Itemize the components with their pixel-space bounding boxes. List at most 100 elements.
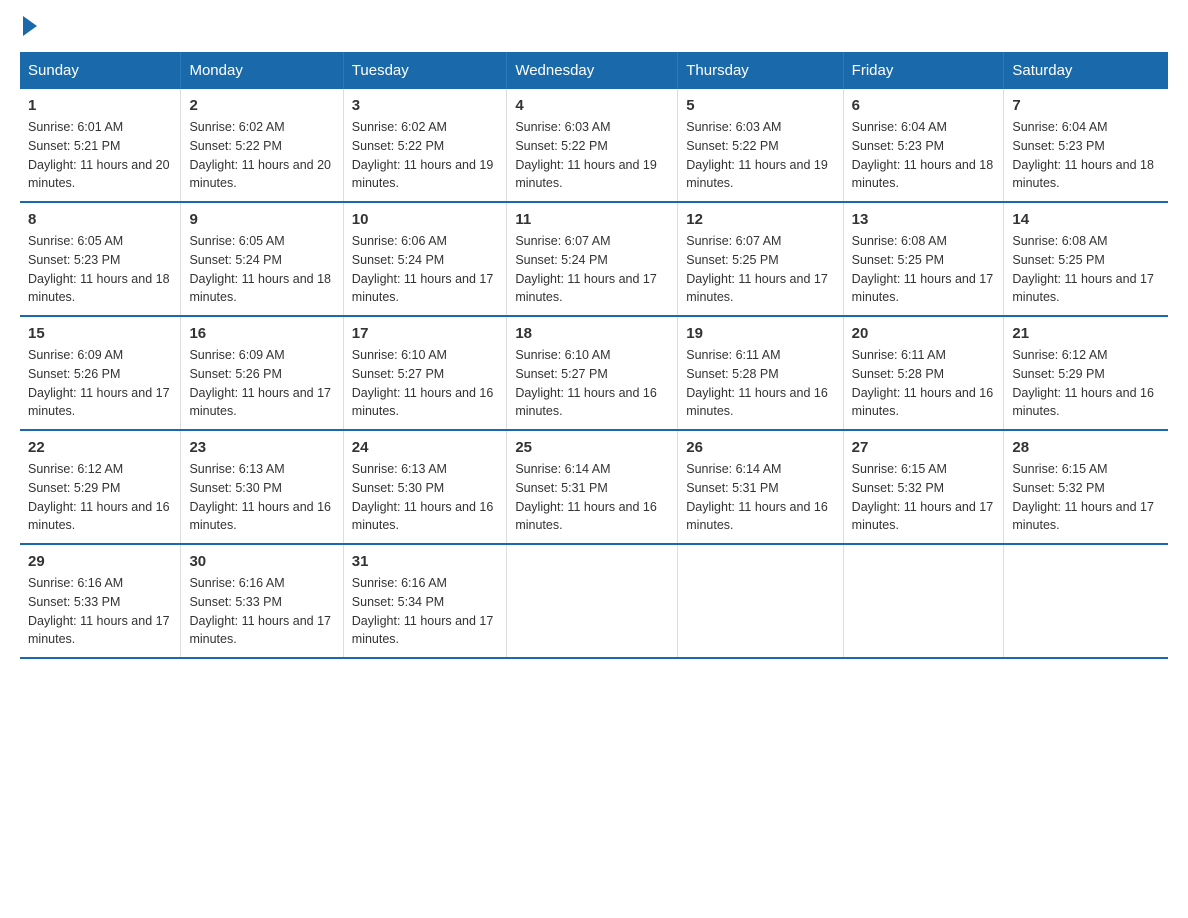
- calendar-cell: 16 Sunrise: 6:09 AMSunset: 5:26 PMDaylig…: [181, 316, 343, 430]
- day-number: 19: [686, 325, 834, 342]
- day-info: Sunrise: 6:11 AMSunset: 5:28 PMDaylight:…: [686, 348, 828, 418]
- calendar-cell: 6 Sunrise: 6:04 AMSunset: 5:23 PMDayligh…: [843, 89, 1004, 202]
- day-info: Sunrise: 6:07 AMSunset: 5:24 PMDaylight:…: [515, 234, 657, 304]
- day-info: Sunrise: 6:07 AMSunset: 5:25 PMDaylight:…: [686, 234, 828, 304]
- day-info: Sunrise: 6:09 AMSunset: 5:26 PMDaylight:…: [189, 348, 331, 418]
- day-number: 29: [28, 553, 172, 570]
- calendar-cell: 17 Sunrise: 6:10 AMSunset: 5:27 PMDaylig…: [343, 316, 507, 430]
- calendar-header-saturday: Saturday: [1004, 52, 1168, 89]
- day-number: 18: [515, 325, 669, 342]
- logo: [20, 20, 37, 32]
- page-header: [20, 20, 1168, 32]
- day-number: 2: [189, 97, 334, 114]
- day-number: 31: [352, 553, 499, 570]
- day-number: 7: [1012, 97, 1160, 114]
- calendar-cell: [1004, 544, 1168, 658]
- calendar-cell: 9 Sunrise: 6:05 AMSunset: 5:24 PMDayligh…: [181, 202, 343, 316]
- day-number: 3: [352, 97, 499, 114]
- calendar-header-wednesday: Wednesday: [507, 52, 678, 89]
- calendar-week-row: 15 Sunrise: 6:09 AMSunset: 5:26 PMDaylig…: [20, 316, 1168, 430]
- calendar-cell: 7 Sunrise: 6:04 AMSunset: 5:23 PMDayligh…: [1004, 89, 1168, 202]
- day-number: 20: [852, 325, 996, 342]
- day-info: Sunrise: 6:14 AMSunset: 5:31 PMDaylight:…: [686, 462, 828, 532]
- calendar-cell: 20 Sunrise: 6:11 AMSunset: 5:28 PMDaylig…: [843, 316, 1004, 430]
- calendar-cell: 18 Sunrise: 6:10 AMSunset: 5:27 PMDaylig…: [507, 316, 678, 430]
- day-info: Sunrise: 6:13 AMSunset: 5:30 PMDaylight:…: [189, 462, 331, 532]
- day-number: 5: [686, 97, 834, 114]
- calendar-header-friday: Friday: [843, 52, 1004, 89]
- day-info: Sunrise: 6:09 AMSunset: 5:26 PMDaylight:…: [28, 348, 170, 418]
- day-info: Sunrise: 6:10 AMSunset: 5:27 PMDaylight:…: [352, 348, 494, 418]
- day-info: Sunrise: 6:12 AMSunset: 5:29 PMDaylight:…: [1012, 348, 1154, 418]
- day-info: Sunrise: 6:13 AMSunset: 5:30 PMDaylight:…: [352, 462, 494, 532]
- day-info: Sunrise: 6:16 AMSunset: 5:34 PMDaylight:…: [352, 576, 494, 646]
- calendar-cell: 28 Sunrise: 6:15 AMSunset: 5:32 PMDaylig…: [1004, 430, 1168, 544]
- day-info: Sunrise: 6:16 AMSunset: 5:33 PMDaylight:…: [28, 576, 170, 646]
- day-number: 17: [352, 325, 499, 342]
- day-info: Sunrise: 6:08 AMSunset: 5:25 PMDaylight:…: [852, 234, 994, 304]
- day-info: Sunrise: 6:05 AMSunset: 5:23 PMDaylight:…: [28, 234, 170, 304]
- day-info: Sunrise: 6:15 AMSunset: 5:32 PMDaylight:…: [1012, 462, 1154, 532]
- day-info: Sunrise: 6:03 AMSunset: 5:22 PMDaylight:…: [515, 120, 657, 190]
- calendar-cell: 21 Sunrise: 6:12 AMSunset: 5:29 PMDaylig…: [1004, 316, 1168, 430]
- day-info: Sunrise: 6:11 AMSunset: 5:28 PMDaylight:…: [852, 348, 994, 418]
- calendar-header-row: SundayMondayTuesdayWednesdayThursdayFrid…: [20, 52, 1168, 89]
- day-number: 6: [852, 97, 996, 114]
- day-number: 21: [1012, 325, 1160, 342]
- calendar-week-row: 29 Sunrise: 6:16 AMSunset: 5:33 PMDaylig…: [20, 544, 1168, 658]
- calendar-cell: [843, 544, 1004, 658]
- day-info: Sunrise: 6:01 AMSunset: 5:21 PMDaylight:…: [28, 120, 170, 190]
- calendar-table: SundayMondayTuesdayWednesdayThursdayFrid…: [20, 52, 1168, 659]
- day-number: 24: [352, 439, 499, 456]
- day-info: Sunrise: 6:04 AMSunset: 5:23 PMDaylight:…: [1012, 120, 1154, 190]
- day-number: 11: [515, 211, 669, 228]
- calendar-cell: 30 Sunrise: 6:16 AMSunset: 5:33 PMDaylig…: [181, 544, 343, 658]
- day-info: Sunrise: 6:05 AMSunset: 5:24 PMDaylight:…: [189, 234, 331, 304]
- day-number: 30: [189, 553, 334, 570]
- calendar-cell: 2 Sunrise: 6:02 AMSunset: 5:22 PMDayligh…: [181, 89, 343, 202]
- day-info: Sunrise: 6:03 AMSunset: 5:22 PMDaylight:…: [686, 120, 828, 190]
- day-number: 22: [28, 439, 172, 456]
- calendar-cell: 23 Sunrise: 6:13 AMSunset: 5:30 PMDaylig…: [181, 430, 343, 544]
- day-info: Sunrise: 6:15 AMSunset: 5:32 PMDaylight:…: [852, 462, 994, 532]
- calendar-cell: 14 Sunrise: 6:08 AMSunset: 5:25 PMDaylig…: [1004, 202, 1168, 316]
- day-number: 1: [28, 97, 172, 114]
- logo-arrow-icon: [23, 16, 37, 36]
- calendar-cell: 25 Sunrise: 6:14 AMSunset: 5:31 PMDaylig…: [507, 430, 678, 544]
- calendar-cell: 27 Sunrise: 6:15 AMSunset: 5:32 PMDaylig…: [843, 430, 1004, 544]
- calendar-header-tuesday: Tuesday: [343, 52, 507, 89]
- day-number: 4: [515, 97, 669, 114]
- calendar-cell: 4 Sunrise: 6:03 AMSunset: 5:22 PMDayligh…: [507, 89, 678, 202]
- day-info: Sunrise: 6:10 AMSunset: 5:27 PMDaylight:…: [515, 348, 657, 418]
- calendar-cell: 22 Sunrise: 6:12 AMSunset: 5:29 PMDaylig…: [20, 430, 181, 544]
- calendar-cell: [507, 544, 678, 658]
- calendar-cell: 1 Sunrise: 6:01 AMSunset: 5:21 PMDayligh…: [20, 89, 181, 202]
- day-number: 9: [189, 211, 334, 228]
- calendar-cell: 24 Sunrise: 6:13 AMSunset: 5:30 PMDaylig…: [343, 430, 507, 544]
- day-number: 23: [189, 439, 334, 456]
- calendar-cell: 13 Sunrise: 6:08 AMSunset: 5:25 PMDaylig…: [843, 202, 1004, 316]
- day-number: 8: [28, 211, 172, 228]
- day-number: 12: [686, 211, 834, 228]
- calendar-header-sunday: Sunday: [20, 52, 181, 89]
- day-number: 16: [189, 325, 334, 342]
- day-info: Sunrise: 6:08 AMSunset: 5:25 PMDaylight:…: [1012, 234, 1154, 304]
- calendar-cell: 29 Sunrise: 6:16 AMSunset: 5:33 PMDaylig…: [20, 544, 181, 658]
- calendar-header-monday: Monday: [181, 52, 343, 89]
- calendar-cell: 12 Sunrise: 6:07 AMSunset: 5:25 PMDaylig…: [678, 202, 843, 316]
- day-info: Sunrise: 6:02 AMSunset: 5:22 PMDaylight:…: [189, 120, 331, 190]
- day-number: 25: [515, 439, 669, 456]
- day-number: 28: [1012, 439, 1160, 456]
- day-number: 26: [686, 439, 834, 456]
- day-info: Sunrise: 6:14 AMSunset: 5:31 PMDaylight:…: [515, 462, 657, 532]
- calendar-cell: 15 Sunrise: 6:09 AMSunset: 5:26 PMDaylig…: [20, 316, 181, 430]
- calendar-cell: 10 Sunrise: 6:06 AMSunset: 5:24 PMDaylig…: [343, 202, 507, 316]
- calendar-cell: 19 Sunrise: 6:11 AMSunset: 5:28 PMDaylig…: [678, 316, 843, 430]
- day-info: Sunrise: 6:04 AMSunset: 5:23 PMDaylight:…: [852, 120, 994, 190]
- calendar-cell: 31 Sunrise: 6:16 AMSunset: 5:34 PMDaylig…: [343, 544, 507, 658]
- day-info: Sunrise: 6:12 AMSunset: 5:29 PMDaylight:…: [28, 462, 170, 532]
- calendar-cell: 3 Sunrise: 6:02 AMSunset: 5:22 PMDayligh…: [343, 89, 507, 202]
- calendar-cell: 8 Sunrise: 6:05 AMSunset: 5:23 PMDayligh…: [20, 202, 181, 316]
- day-info: Sunrise: 6:16 AMSunset: 5:33 PMDaylight:…: [189, 576, 331, 646]
- day-number: 14: [1012, 211, 1160, 228]
